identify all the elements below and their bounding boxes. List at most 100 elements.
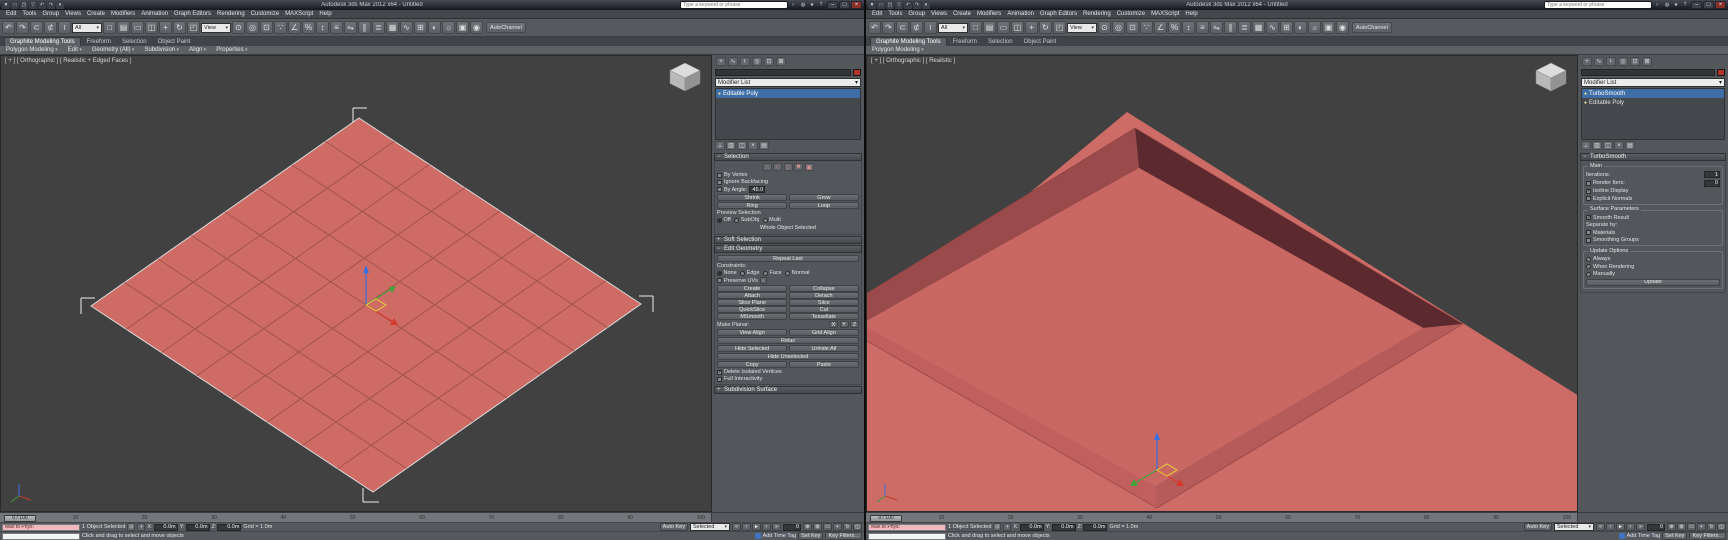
selection-filter-dropdown[interactable]: All ▾ (938, 22, 968, 33)
schematic-view-icon[interactable]: ⊞ (1280, 21, 1293, 34)
time-slider[interactable]: 0 / 100 (4, 514, 36, 522)
maxscript-mini-listener[interactable]: Max to Phys: (868, 523, 946, 531)
viewport-scene-plane[interactable] (1, 56, 711, 511)
percent-snap-toggle-icon[interactable]: % (1168, 21, 1181, 34)
maximize-viewport-toggle-icon[interactable]: ◱ (853, 523, 862, 531)
render-iters-spinner[interactable]: 0 (1704, 179, 1720, 187)
autochannel-button[interactable]: AutoChannel (486, 22, 526, 33)
rendered-frame-window-icon[interactable]: ▣ (1322, 21, 1335, 34)
select-by-name-icon[interactable]: ▤ (117, 21, 130, 34)
object-name-field[interactable] (715, 68, 851, 76)
redo-icon[interactable]: ↷ (913, 1, 921, 9)
select-and-link-icon[interactable]: ⊂ (30, 21, 43, 34)
delete-isolated-vertices-checkbox[interactable] (717, 369, 722, 375)
play-animation-icon[interactable]: ► (1616, 523, 1625, 531)
select-by-name-icon[interactable]: ▤ (983, 21, 996, 34)
maxscript-mini-listener[interactable]: Max to Phys: (2, 523, 80, 531)
auto-key-button[interactable]: Auto Key (1523, 523, 1552, 531)
z-coordinate-field[interactable]: 0.0m (217, 523, 242, 531)
modifier-list-dropdown[interactable]: Modifier List ▾ (715, 78, 861, 87)
select-and-manipulate-icon[interactable]: ◎ (1112, 21, 1125, 34)
workspace-dropdown-icon[interactable]: ▾ (922, 1, 930, 9)
named-selection-copy-button[interactable]: Copy (717, 361, 788, 368)
show-end-result-icon[interactable]: ▥ (1592, 141, 1602, 150)
ribbon-panel-label[interactable]: Properties (216, 47, 247, 53)
layer-manager-icon[interactable]: ≣ (372, 21, 385, 34)
modifier-visibility-icon[interactable]: ● (1584, 91, 1587, 97)
isoline-display-checkbox[interactable] (1586, 188, 1591, 194)
redo-icon[interactable]: ↷ (47, 1, 55, 9)
ribbon-tab[interactable]: Object Paint (1019, 38, 1062, 46)
zoom-icon[interactable]: ⊕ (803, 523, 812, 531)
ribbon-panel-label[interactable]: Align (189, 47, 206, 53)
polygon-subobject-icon[interactable]: ■ (794, 163, 803, 171)
selection-lock-icon[interactable]: ⊡ (127, 523, 136, 531)
track-bar[interactable]: 0 / 100 0102030405060708090100 (866, 512, 1728, 522)
search-icon[interactable]: ○ (1653, 1, 1661, 9)
edit-named-selection-sets-icon[interactable]: ≡ (330, 21, 343, 34)
pin-stack-icon[interactable]: ⊥ (715, 141, 725, 150)
edit-geometry-button[interactable]: Collapse (788, 285, 859, 292)
edit-geometry-button[interactable]: Hide Selected (717, 345, 788, 352)
add-time-tag[interactable]: Add Time Tag (763, 533, 797, 539)
remove-modifier-icon[interactable]: × (1614, 141, 1624, 150)
update-option-radio[interactable]: Always (1586, 256, 1720, 262)
smoothing-groups-checkbox[interactable] (1586, 237, 1591, 243)
undo-icon[interactable]: ↶ (868, 21, 881, 34)
y-coordinate-field[interactable]: 0.0m (185, 523, 210, 531)
redo-icon[interactable]: ↷ (16, 21, 29, 34)
menu-item[interactable]: Edit (869, 11, 885, 17)
viewport-scene-smoothed-plane[interactable] (867, 56, 1577, 511)
object-color-swatch[interactable] (1717, 68, 1725, 76)
ribbon-panel-label[interactable]: Subdivision (144, 47, 179, 53)
ring-button[interactable]: Ring (717, 202, 788, 209)
rendered-frame-window-icon[interactable]: ▣ (456, 21, 469, 34)
render-setup-icon[interactable]: ☼ (442, 21, 455, 34)
render-production-icon[interactable]: ◉ (1336, 21, 1349, 34)
use-pivot-center-icon[interactable]: ⊙ (1098, 21, 1111, 34)
search-icon[interactable]: ○ (789, 1, 797, 9)
make-planar-axis-button[interactable]: Z (850, 321, 859, 328)
align-icon[interactable]: ∥ (358, 21, 371, 34)
reference-coordinate-dropdown[interactable]: View ▾ (201, 22, 231, 33)
set-key-button[interactable]: Set Key (1662, 532, 1688, 540)
infocenter-search-input[interactable] (1544, 1, 1652, 9)
unlink-selection-icon[interactable]: ⊄ (44, 21, 57, 34)
pan-icon[interactable]: + (833, 523, 842, 531)
application-menu-icon[interactable]: ▼ (868, 1, 876, 9)
close-button[interactable]: × (1715, 1, 1726, 9)
object-name-field[interactable] (1581, 68, 1715, 76)
constraint-radio[interactable]: Normal (785, 270, 809, 276)
border-subobject-icon[interactable]: ◇ (783, 163, 793, 171)
curve-editor-icon[interactable]: ∿ (400, 21, 413, 34)
key-filters-button[interactable]: Key Filters... (825, 532, 862, 540)
rectangular-selection-region-icon[interactable]: ▭ (997, 21, 1010, 34)
communication-center-icon[interactable]: ◍ (799, 1, 807, 9)
communication-center-icon[interactable]: ◍ (1663, 1, 1671, 9)
render-production-icon[interactable]: ◉ (470, 21, 483, 34)
pin-stack-icon[interactable]: ⊥ (1581, 141, 1591, 150)
configure-modifier-sets-icon[interactable]: ▤ (759, 141, 769, 150)
graphite-ribbon-toggle-icon[interactable]: ▦ (1252, 21, 1265, 34)
help-icon[interactable]: ? (1681, 1, 1689, 9)
select-and-rotate-icon[interactable]: ↻ (1039, 21, 1052, 34)
ignore-backfacing-checkbox[interactable] (717, 179, 722, 185)
explicit-normals-checkbox[interactable] (1586, 196, 1591, 201)
motion-tab-icon[interactable]: ◎ (1618, 57, 1628, 66)
mirror-icon[interactable]: ⇋ (1210, 21, 1223, 34)
menu-item[interactable]: Tools (885, 11, 905, 17)
autochannel-button[interactable]: AutoChannel (1352, 22, 1392, 33)
show-end-result-icon[interactable]: ▥ (726, 141, 736, 150)
selection-set-dropdown[interactable]: Selected ▾ (690, 523, 730, 531)
new-scene-icon[interactable]: □ (11, 1, 19, 9)
modify-tab-icon[interactable]: ∿ (1594, 57, 1604, 66)
menu-item[interactable]: Views (928, 11, 950, 17)
viewport-label[interactable]: [ + ] [ Orthographic ] [ Realistic + Edg… (5, 58, 131, 64)
display-tab-icon[interactable]: ⊡ (764, 57, 774, 66)
zoom-region-icon[interactable]: ▭ (823, 523, 832, 531)
materials-checkbox[interactable] (1586, 230, 1591, 235)
edit-named-selection-sets-icon[interactable]: ≡ (1196, 21, 1209, 34)
graphite-ribbon-toggle-icon[interactable]: ▦ (386, 21, 399, 34)
make-unique-icon[interactable]: ◫ (737, 141, 747, 150)
modifier-stack-item[interactable]: ● Editable Poly (716, 89, 860, 98)
